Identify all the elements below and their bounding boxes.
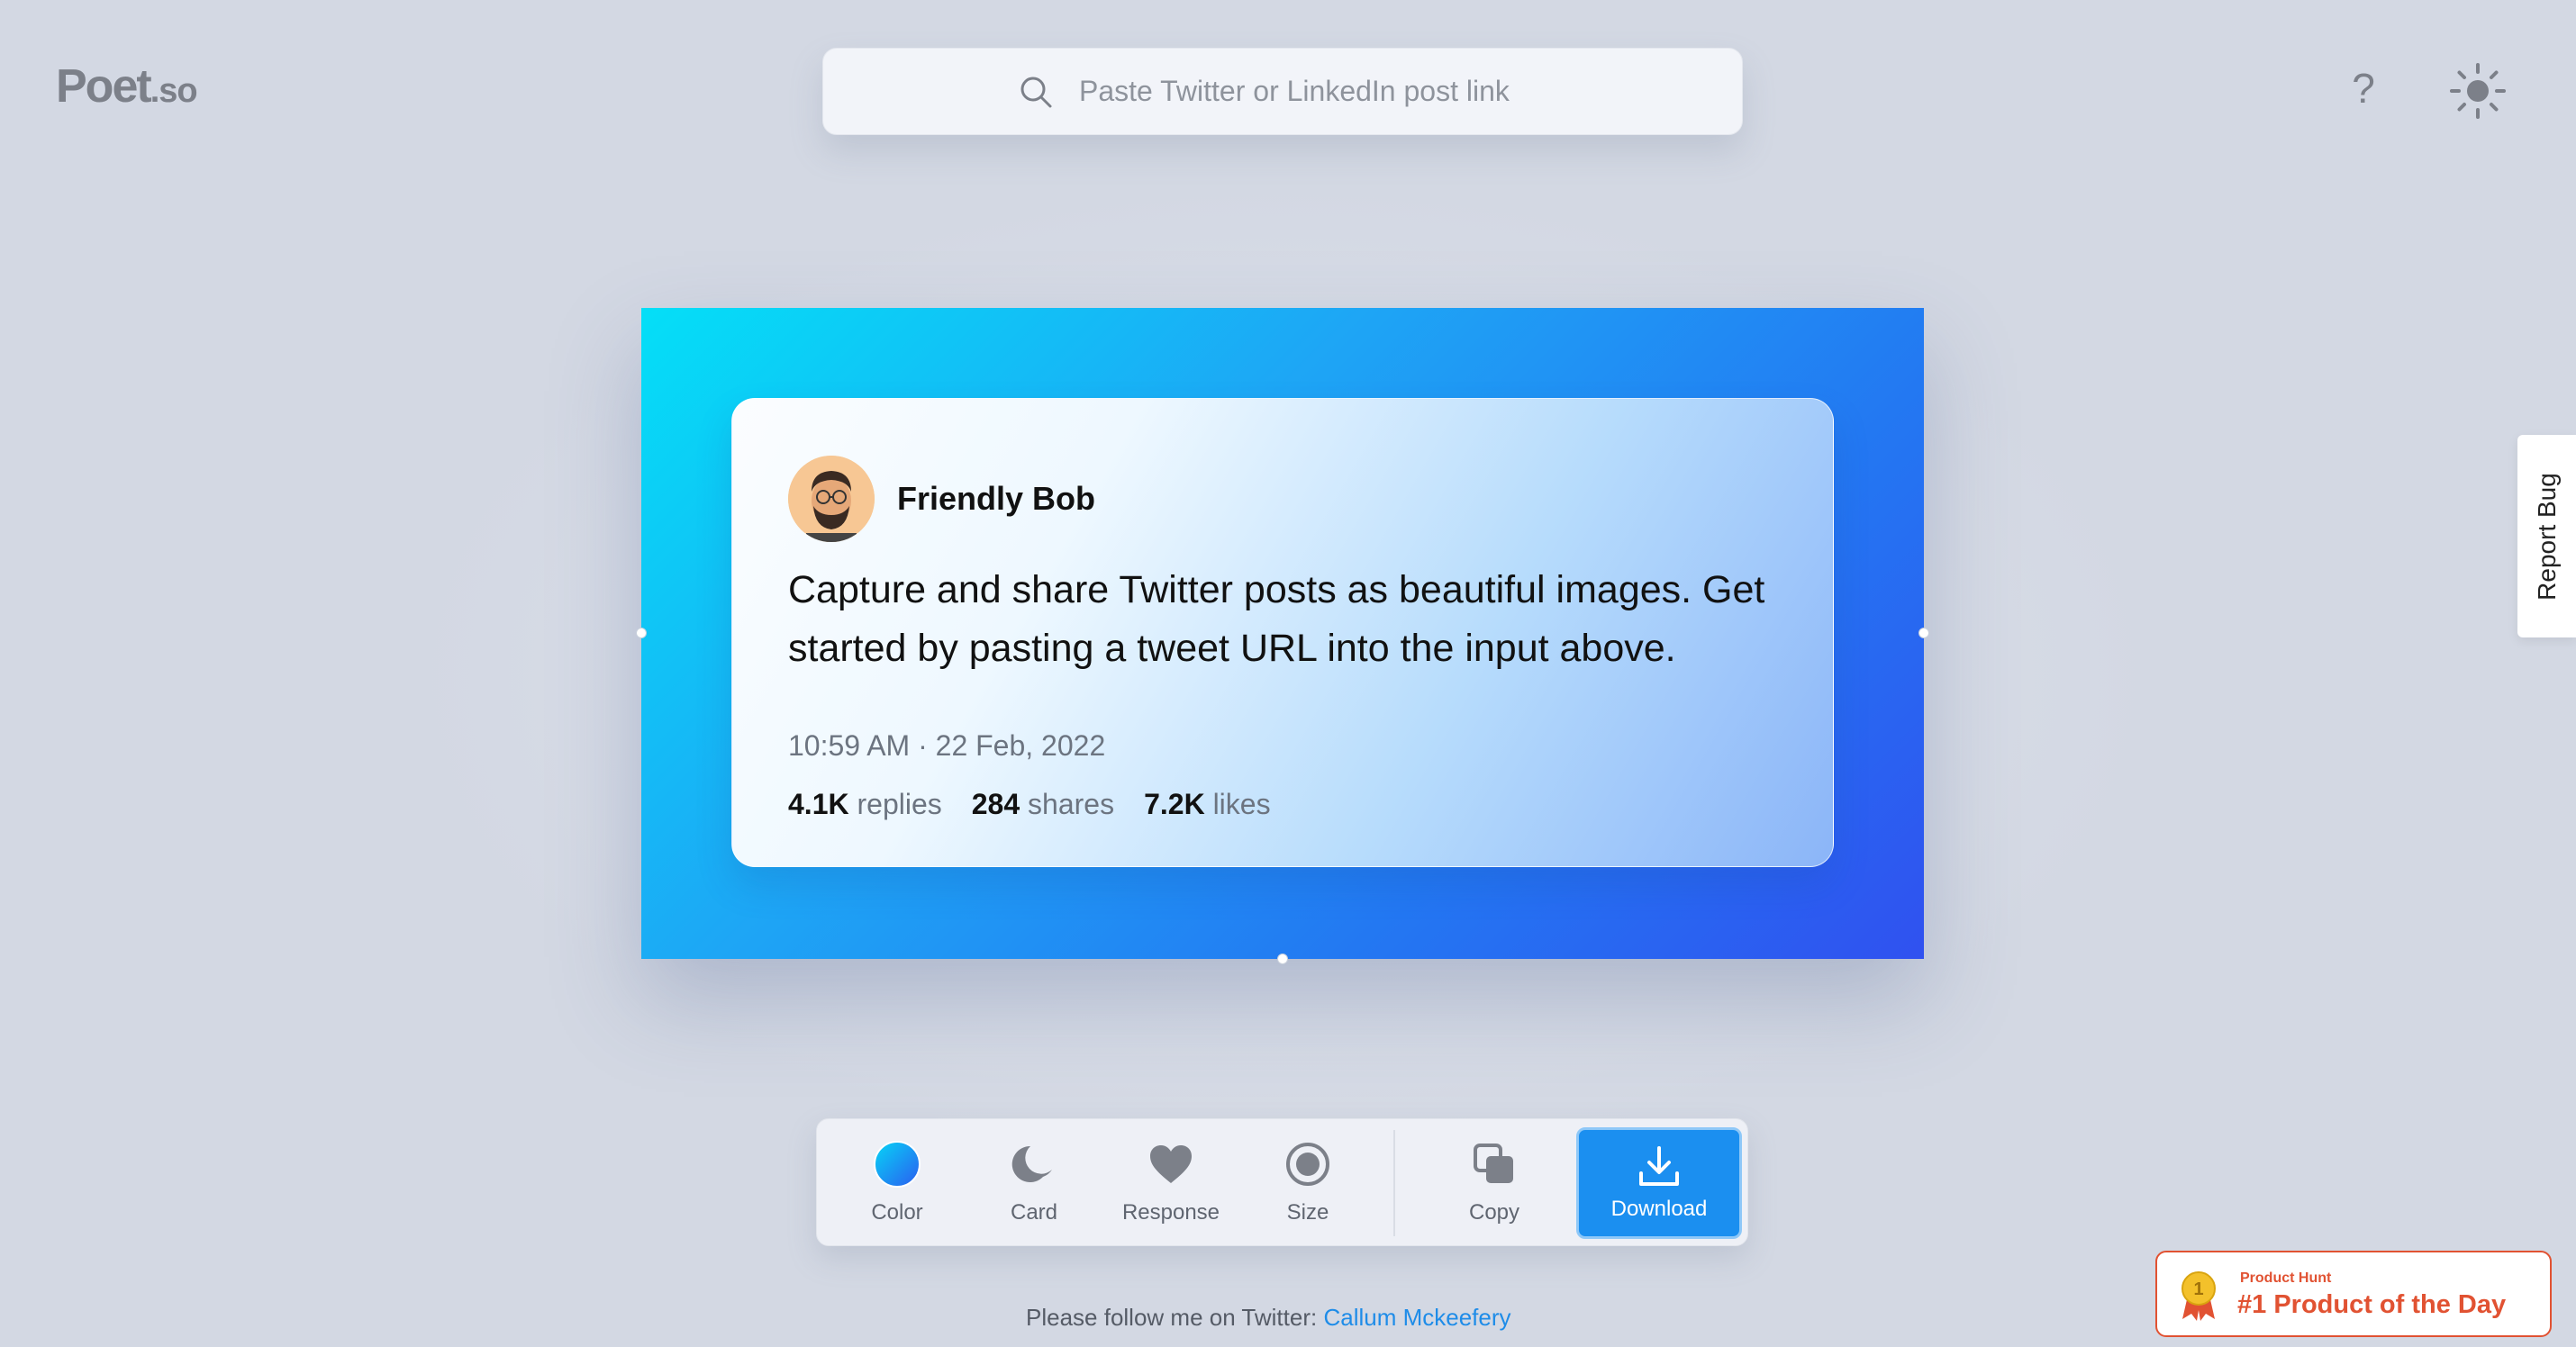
medal-icon: 1 <box>2181 1271 2216 1321</box>
moon-icon <box>1011 1145 1052 1182</box>
logo[interactable]: Poet.so <box>56 59 198 113</box>
help-button[interactable]: ? <box>2344 63 2383 113</box>
preview-canvas: Friendly Bob Capture and share Twitter p… <box>636 308 1929 964</box>
color-button[interactable]: Color <box>839 1139 956 1229</box>
product-hunt-badge[interactable]: 1 Product Hunt #1 Product of the Day <box>2155 1251 2552 1337</box>
avatar <box>788 456 875 542</box>
tweet-card: Friendly Bob Capture and share Twitter p… <box>731 398 1834 867</box>
size-icon <box>1286 1143 1329 1186</box>
tweet-stats: 4.1K replies 284 shares 7.2K likes <box>788 788 1271 821</box>
copy-button[interactable]: Copy <box>1436 1139 1553 1229</box>
resize-handle-left[interactable] <box>636 628 647 638</box>
tweet-text: Capture and share Twitter posts as beaut… <box>788 568 1765 670</box>
report-bug-tab[interactable]: Report Bug <box>2517 435 2576 637</box>
author-name: Friendly Bob <box>897 480 1096 517</box>
toolbar: Color Card Response Size Copy Download <box>816 1118 1748 1246</box>
report-bug-label: Report Bug <box>2532 472 2561 601</box>
likes-stat: 7.2K likes <box>1144 788 1271 820</box>
resize-handle-bottom[interactable] <box>1277 954 1288 964</box>
footer-text: Please follow me on Twitter: <box>1026 1304 1324 1331</box>
resize-handle-right[interactable] <box>1918 628 1929 638</box>
card-button[interactable]: Card <box>975 1139 1093 1229</box>
replies-stat: 4.1K replies <box>788 788 942 820</box>
svg-text:1: 1 <box>2193 1279 2203 1299</box>
tweet-timestamp: 10:59 AM · 22 Feb, 2022 <box>788 729 1106 762</box>
twitter-link[interactable]: Callum Mckeefery <box>1323 1304 1510 1331</box>
footer: Please follow me on Twitter: Callum Mcke… <box>1026 1304 1511 1332</box>
size-button[interactable]: Size <box>1249 1139 1366 1229</box>
search-icon <box>1020 77 1052 107</box>
sun-icon[interactable] <box>2448 61 2508 121</box>
toolbar-divider <box>1393 1130 1395 1236</box>
search-bar[interactable] <box>822 48 1743 135</box>
color-swatch-icon <box>874 1141 921 1188</box>
copy-icon <box>1474 1144 1513 1183</box>
heart-icon <box>1150 1145 1192 1183</box>
download-icon <box>1639 1146 1679 1186</box>
download-button[interactable]: Download <box>1576 1127 1742 1239</box>
search-input[interactable] <box>1079 75 1547 108</box>
shares-stat: 284 shares <box>971 788 1115 820</box>
response-button[interactable]: Response <box>1112 1139 1229 1229</box>
product-hunt-small-label: Product Hunt <box>2240 1270 2332 1286</box>
product-hunt-title: #1 Product of the Day <box>2237 1290 2507 1319</box>
